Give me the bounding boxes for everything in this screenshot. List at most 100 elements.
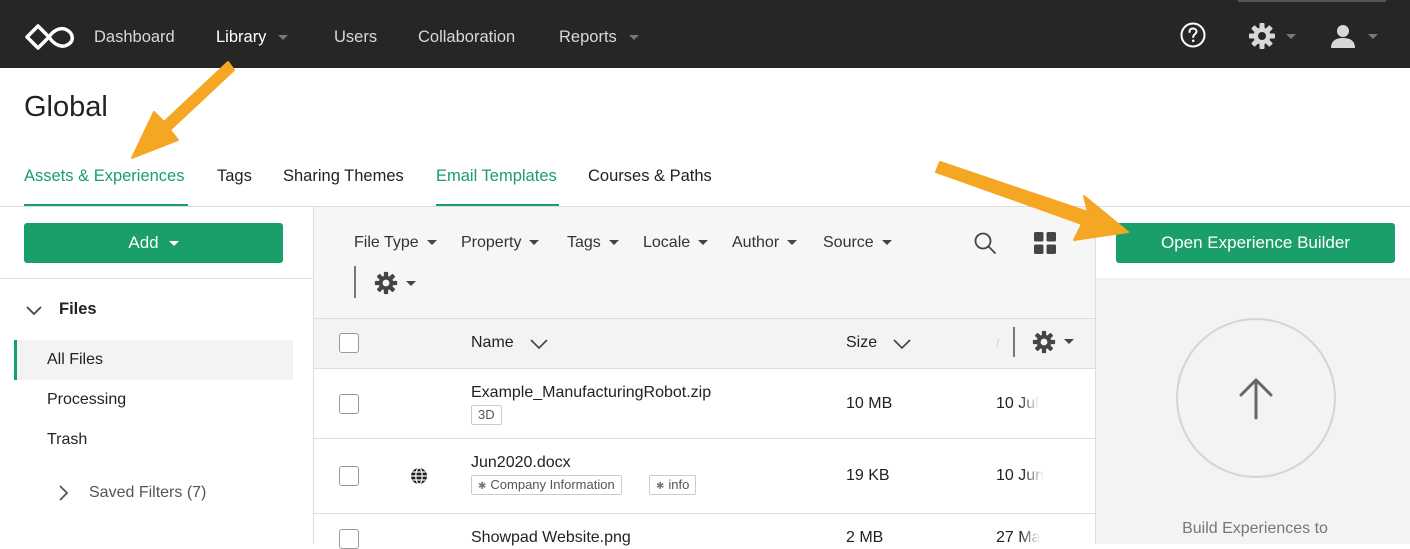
chevron-down-icon[interactable]	[893, 338, 911, 350]
file-date-text: 27 Ma	[996, 529, 1041, 546]
search-icon[interactable]	[973, 231, 997, 255]
filter-label: Locale	[643, 234, 691, 251]
filter-source[interactable]: Source	[823, 234, 892, 252]
top-nav-bar: Dashboard Library Users Collaboration Re…	[0, 0, 1410, 68]
filter-tags[interactable]: Tags	[567, 234, 619, 252]
sidebar-item-trash[interactable]: Trash	[14, 420, 293, 460]
chevron-down-icon[interactable]	[530, 338, 548, 350]
file-date: 10 Jul	[996, 395, 1046, 413]
grid-view-icon[interactable]	[1034, 232, 1056, 254]
tag-chip[interactable]: ✱ info	[649, 475, 697, 495]
chevron-down-icon	[278, 35, 289, 41]
tab-assets-experiences[interactable]: Assets & Experiences	[24, 167, 185, 186]
chevron-down-icon[interactable]	[26, 303, 42, 319]
row-checkbox[interactable]	[339, 394, 359, 414]
file-size: 2 MB	[846, 529, 884, 546]
filter-bar	[313, 207, 1096, 318]
filter-label: Source	[823, 234, 874, 251]
file-name[interactable]: Example_ManufacturingRobot.zip	[471, 384, 711, 402]
tab-tags[interactable]: Tags	[217, 167, 252, 186]
chevron-down-icon	[698, 240, 709, 246]
filter-divider	[354, 266, 356, 298]
gear-icon[interactable]	[374, 271, 398, 295]
sidebar-item-label: Processing	[47, 391, 127, 408]
filter-label: Tags	[567, 234, 601, 251]
file-name[interactable]: Showpad Website.png	[471, 529, 631, 547]
filter-property[interactable]: Property	[461, 234, 540, 252]
chevron-down-icon[interactable]	[1064, 339, 1074, 344]
nav-reports[interactable]: Reports	[559, 28, 639, 47]
column-settings-divider	[1013, 327, 1015, 357]
add-button[interactable]: Add	[24, 223, 283, 263]
tag-chip[interactable]: 3D	[471, 405, 502, 425]
nav-users[interactable]: Users	[334, 28, 377, 47]
chevron-down-icon	[787, 240, 798, 246]
nav-collaboration[interactable]: Collaboration	[418, 28, 515, 47]
nav-library[interactable]: Library	[216, 28, 289, 47]
filter-author[interactable]: Author	[732, 234, 798, 252]
gear-icon[interactable]	[1032, 330, 1056, 354]
tab-courses-paths[interactable]: Courses & Paths	[588, 167, 712, 186]
file-date: 10 Jun	[996, 467, 1046, 485]
user-icon[interactable]	[1329, 22, 1357, 50]
chevron-down-icon	[426, 240, 437, 246]
chevron-down-icon[interactable]	[1286, 34, 1296, 39]
sidebar-item-all-files[interactable]: All Files	[14, 340, 293, 380]
annotation-arrow-icon	[131, 61, 235, 159]
files-section-header[interactable]: Files	[59, 300, 97, 319]
build-experiences-text: Build Experiences to	[1182, 520, 1328, 537]
filter-locale[interactable]: Locale	[643, 234, 709, 252]
tag-chip[interactable]: ✱ Company Information	[471, 475, 622, 495]
chevron-down-icon	[168, 241, 179, 247]
tag-icon: ✱	[478, 481, 487, 492]
chevron-down-icon[interactable]	[406, 281, 416, 286]
column-header-size[interactable]: Size	[846, 334, 877, 352]
nav-reports-label: Reports	[559, 28, 617, 46]
file-date-text: 10 Jun	[996, 467, 1045, 484]
row-checkbox[interactable]	[339, 466, 359, 486]
chevron-right-icon[interactable]	[56, 485, 72, 501]
nav-dashboard[interactable]: Dashboard	[94, 28, 175, 47]
help-icon[interactable]	[1180, 22, 1206, 48]
chevron-down-icon[interactable]	[1368, 34, 1378, 39]
tag-icon: ✱	[656, 481, 665, 492]
showpad-logo-icon[interactable]	[24, 22, 76, 52]
table-header	[314, 318, 1095, 369]
chevron-down-icon	[608, 240, 619, 246]
select-all-checkbox[interactable]	[339, 333, 359, 353]
row-divider	[314, 438, 1095, 439]
tab-sharing-themes[interactable]: Sharing Themes	[283, 167, 404, 186]
filter-file-type[interactable]: File Type	[354, 234, 437, 252]
tab-email-templates[interactable]: Email Templates	[436, 167, 557, 186]
chevron-down-icon	[628, 35, 639, 41]
globe-icon	[411, 467, 427, 485]
file-date-text: 10 Jul	[996, 395, 1039, 412]
sidebar-divider	[0, 278, 313, 279]
page-title: Global	[24, 91, 108, 123]
filter-label: Property	[461, 234, 522, 251]
tag-chip-label: info	[668, 477, 690, 492]
file-date: 27 Ma	[996, 529, 1046, 547]
upload-arrow-icon	[1239, 378, 1273, 420]
row-checkbox[interactable]	[339, 529, 359, 549]
file-size: 19 KB	[846, 467, 890, 484]
saved-filters[interactable]: Saved Filters (7)	[89, 484, 206, 502]
gear-icon[interactable]	[1248, 22, 1276, 50]
add-button-label: Add	[128, 233, 159, 252]
row-divider	[314, 513, 1095, 514]
column-header-name[interactable]: Name	[471, 334, 514, 352]
nav-library-label: Library	[216, 28, 267, 46]
open-experience-builder-button[interactable]: Open Experience Builder	[1116, 223, 1395, 263]
chevron-down-icon	[529, 240, 540, 246]
file-name[interactable]: Jun2020.docx	[471, 454, 571, 472]
column-header-truncated: /	[996, 336, 1000, 350]
filter-label: Author	[732, 234, 780, 251]
sidebar-item-processing[interactable]: Processing	[14, 380, 293, 420]
panel-divider-left	[313, 207, 314, 544]
file-size: 10 MB	[846, 395, 893, 412]
tag-chip-label: 3D	[478, 407, 495, 422]
panel-divider-right	[1095, 207, 1096, 544]
sidebar-item-label: All Files	[47, 351, 104, 368]
topbar-accent-line	[1238, 0, 1386, 2]
tag-chip-label: Company Information	[490, 477, 615, 492]
